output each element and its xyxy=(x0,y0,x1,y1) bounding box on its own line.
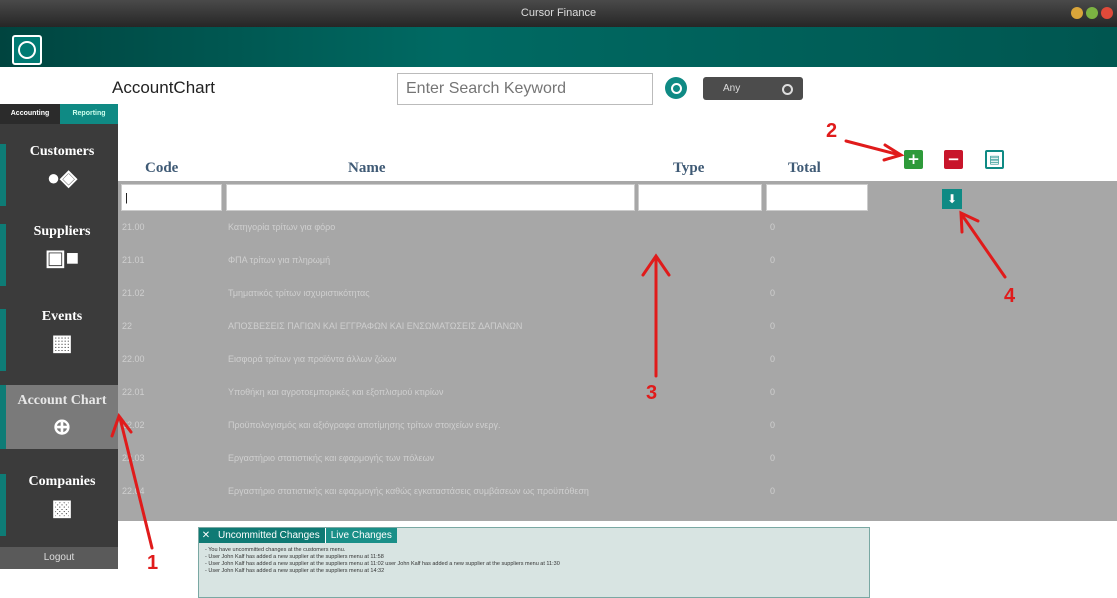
column-header-name[interactable]: Name xyxy=(348,160,386,177)
change-log-line: - You have uncommitted changes at the cu… xyxy=(205,547,346,553)
cell-total: 0 xyxy=(770,255,776,265)
cell-name: Εισφορά τρίτων για προϊόντα άλλων ζώων xyxy=(228,354,397,364)
cell-name: Τμηματικός τρίτων ισχυριστικότητας xyxy=(228,288,370,298)
cell-name: ΦΠΑ τρίτων για πληρωμή xyxy=(228,255,331,265)
table-row[interactable]: 22.04 Εργαστήριο στατιστικής και εφαρμογή… xyxy=(118,475,868,508)
sidebar: Accounting Reporting Customers ●◈ Suppli… xyxy=(0,104,118,569)
sidebar-item-label: Account Chart xyxy=(17,393,107,408)
cell-name: Εργαστήριο στατιστικής και εφαρμογής των… xyxy=(228,453,435,463)
cell-code: 22.01 xyxy=(122,387,145,397)
annotation-arrow-2 xyxy=(844,139,902,157)
sidebar-item-label: Suppliers xyxy=(33,224,91,239)
account-chart-icon: ⊕ xyxy=(52,414,72,439)
search-scope-select[interactable]: Any xyxy=(703,77,803,100)
cell-total: 0 xyxy=(770,222,776,232)
cell-code: 22.02 xyxy=(122,420,145,430)
table-row[interactable]: 22 ΑΠΟΣΒΕΣΕΙΣ ΠΑΓΙΩΝ ΚΑΙ ΕΓΓΡΑΦΩΝ ΚΑΙ ΕΝΣ… xyxy=(118,310,868,343)
cell-code: 22.00 xyxy=(122,354,145,364)
column-header-code[interactable]: Code xyxy=(145,160,178,177)
window-title: Cursor Finance xyxy=(520,7,597,19)
app-logo-icon[interactable] xyxy=(12,35,42,65)
table-row[interactable]: 22.03 Εργαστήριο στατιστικής και εφαρμογή… xyxy=(118,442,868,475)
sidebar-item-label: Customers xyxy=(29,144,95,159)
cell-total: 0 xyxy=(770,420,776,430)
change-log-line: - User John Kalf has added a new supplie… xyxy=(205,554,384,560)
sidebar-item-customers[interactable]: Customers ●◈ xyxy=(0,144,118,206)
table-row[interactable]: 22.00 Εισφορά τρίτων για προϊόντα άλλων ζ… xyxy=(118,343,868,376)
filter-name-input[interactable] xyxy=(226,184,635,211)
filter-total-input[interactable] xyxy=(766,184,868,211)
cell-name: Κατηγορία τρίτων για φόρο xyxy=(228,222,336,232)
factory-icon: ▩ xyxy=(51,495,73,520)
search-input[interactable] xyxy=(397,73,653,105)
sidebar-item-events[interactable]: Events ▦ xyxy=(0,309,118,371)
tab-live-changes[interactable]: Live Changes xyxy=(324,528,397,543)
minimize-icon[interactable] xyxy=(1071,7,1083,19)
sidebar-item-suppliers[interactable]: Suppliers ▣■ xyxy=(0,224,118,286)
search-scope-label: Any xyxy=(723,83,741,94)
cell-total: 0 xyxy=(770,354,776,364)
close-icon[interactable] xyxy=(1101,7,1113,19)
cell-name: ΑΠΟΣΒΕΣΕΙΣ ΠΑΓΙΩΝ ΚΑΙ ΕΓΓΡΑΦΩΝ ΚΑΙ ΕΝΣΩΜ… xyxy=(228,321,523,331)
cell-total: 0 xyxy=(770,486,776,496)
column-header-total[interactable]: Total xyxy=(788,160,821,177)
change-log-line: - User John Kalf has added a new supplie… xyxy=(205,561,560,567)
cell-name: Υποθήκη και αγροτοεμπορικές και εξοπλισμ… xyxy=(228,387,444,397)
truck-icon: ▣■ xyxy=(44,245,80,270)
filter-type-input[interactable] xyxy=(638,184,762,211)
cell-total: 0 xyxy=(770,321,776,331)
sidebar-tabs: Accounting Reporting xyxy=(0,104,118,124)
add-account-button[interactable]: + xyxy=(904,150,923,169)
annotation-label-1: 1 xyxy=(147,552,159,574)
dropdown-icon xyxy=(782,84,793,95)
table-row[interactable]: 21.02 Τμηματικός τρίτων ισχυριστικότητας 0 xyxy=(118,277,868,310)
export-document-icon[interactable]: ▤ xyxy=(985,150,1004,169)
cell-code: 22 xyxy=(122,321,133,331)
table-row[interactable]: 21.00 Κατηγορία τρίτων για φόρο 0 xyxy=(118,211,868,244)
cell-code: 21.01 xyxy=(122,255,145,265)
cell-code: 21.02 xyxy=(122,288,145,298)
filter-code-input[interactable] xyxy=(121,184,222,211)
close-icon[interactable]: ✕ xyxy=(199,528,213,543)
tab-accounting[interactable]: Accounting xyxy=(0,104,60,124)
change-log-line: - User John Kalf has added a new supplie… xyxy=(205,568,385,574)
table-row[interactable]: 22.02 Προϋπολογισμός και αξιόγραφα αποτίμ… xyxy=(118,409,868,442)
app-header xyxy=(0,27,1117,67)
annotation-label-2: 2 xyxy=(826,120,838,142)
remove-account-button[interactable]: − xyxy=(944,150,963,169)
cell-total: 0 xyxy=(770,453,776,463)
cell-code: 22.03 xyxy=(122,453,145,463)
window-controls xyxy=(1071,7,1113,19)
import-download-icon[interactable]: ⬇ xyxy=(942,189,962,209)
annotation-label-4: 4 xyxy=(1004,285,1016,307)
annotation-label-3: 3 xyxy=(646,382,658,404)
search-button[interactable] xyxy=(665,77,687,99)
cell-name: Προϋπολογισμός και αξιόγραφα αποτίμησης … xyxy=(228,420,501,430)
changes-panel-tabs: ✕ Uncommitted Changes Live Changes xyxy=(199,528,397,543)
tab-uncommitted-changes[interactable]: Uncommitted Changes xyxy=(213,528,325,543)
page-title: AccountChart xyxy=(112,78,215,97)
sidebar-item-label: Events xyxy=(41,309,83,324)
annotation-arrowhead-2 xyxy=(882,143,905,162)
sidebar-item-companies[interactable]: Companies ▩ xyxy=(0,474,118,536)
calendar-icon: ▦ xyxy=(51,330,73,355)
changes-panel: ✕ Uncommitted Changes Live Changes - You… xyxy=(198,527,870,598)
sidebar-item-account-chart[interactable]: Account Chart ⊕ xyxy=(0,385,118,449)
window-titlebar: Cursor Finance xyxy=(0,0,1117,27)
column-header-type[interactable]: Type xyxy=(673,160,704,177)
logout-button[interactable]: Logout xyxy=(0,547,118,569)
cell-total: 0 xyxy=(770,288,776,298)
customers-icon: ●◈ xyxy=(46,165,78,190)
cell-code: 21.00 xyxy=(122,222,145,232)
cell-name: Εργαστήριο στατιστικής και εφαρμογής καθ… xyxy=(228,486,589,496)
table-row[interactable]: 22.01 Υποθήκη και αγροτοεμπορικές και εξο… xyxy=(118,376,868,409)
maximize-icon[interactable] xyxy=(1086,7,1098,19)
table-row[interactable]: 21.01 ΦΠΑ τρίτων για πληρωμή 0 xyxy=(118,244,868,277)
tab-reporting[interactable]: Reporting xyxy=(60,104,118,124)
cell-code: 22.04 xyxy=(122,486,145,496)
cell-total: 0 xyxy=(770,387,776,397)
sidebar-item-label: Companies xyxy=(28,474,96,489)
